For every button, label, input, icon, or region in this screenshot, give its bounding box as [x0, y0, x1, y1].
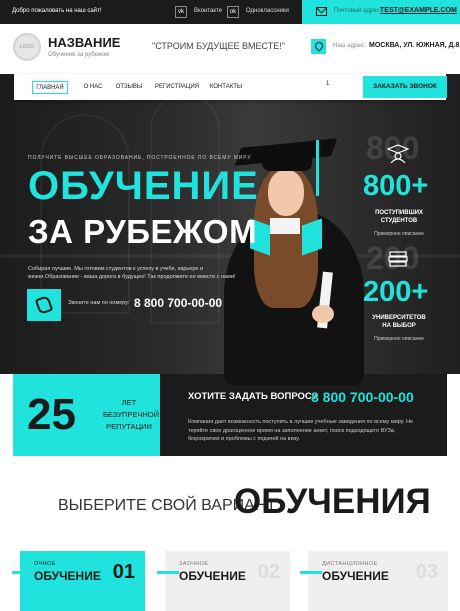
graduate-collar [270, 218, 300, 234]
address-value: МОСКВА, УЛ. ЮЖНАЯ, Д.8 [369, 42, 460, 49]
card-accent-bar [300, 571, 322, 574]
card-title: ОБУЧЕНИЕ [34, 569, 101, 583]
years-number: 25 [27, 390, 76, 439]
study-card-fulltime[interactable]: ОЧНОЕ ОБУЧЕНИЕ 01 [12, 551, 145, 611]
study-card-distance[interactable]: ДИСТАНЦИОННОЕ ОБУЧЕНИЕ 03 [300, 551, 448, 611]
address-label: Наш адрес: [333, 43, 366, 49]
study-card-correspondence[interactable]: ЗАОЧНОЕ ОБУЧЕНИЕ 02 [157, 551, 290, 611]
ok-icon[interactable]: ok [227, 6, 239, 18]
site-header: LOGO НАЗВАНИЕ Обучение за рубежом "СТРОИ… [0, 24, 460, 74]
phone-handset-icon [34, 295, 54, 315]
card-small-label: ЗАОЧНОЕ [179, 561, 209, 567]
logo[interactable]: LOGO [13, 33, 41, 61]
nav-item-about[interactable]: О НАС [78, 81, 108, 94]
site-subtitle: Обучение за рубежом [48, 52, 110, 58]
nav-item-reviews[interactable]: ОТЗЫВЫ [114, 81, 144, 94]
card-small-label: ДИСТАНЦИОННОЕ [322, 561, 378, 567]
books-icon [388, 251, 408, 267]
email-box: Почтовый адрес: TEST@EXAMPLE.COM [302, 0, 460, 24]
call-label: Звоните нам по номеру: [68, 300, 130, 306]
question-box: ХОТИТЕ ЗАДАТЬ ВОПРОС? 8 800 700-00-00 Ко… [160, 374, 447, 456]
hero-title-line2: ЗА РУБЕЖОМ [28, 213, 258, 250]
main-nav: ГЛАВНАЯ О НАС ОТЗЫВЫ РЕГИСТРАЦИЯ КОНТАКТ… [14, 74, 447, 100]
stat-students-value: 800+ [363, 170, 429, 202]
choose-highlight: ОБУЧЕНИЯ [234, 482, 431, 521]
question-title: ХОТИТЕ ЗАДАТЬ ВОПРОС? [188, 391, 318, 402]
graduate-face [268, 170, 304, 216]
mail-icon [316, 7, 327, 16]
card-number: 03 [415, 561, 438, 583]
hero-kicker: ПОЛУЧИТЕ ВЫСШЕЕ ОБРАЗОВАНИЕ, ПОСТРОЕННОЕ… [28, 155, 252, 161]
card-small-label: ОЧНОЕ [34, 561, 56, 567]
card-title: ОБУЧЕНИЕ [179, 569, 246, 583]
nav-counter: 1 [326, 81, 330, 87]
stat-universities-label: УНИВЕРСИТЕТОВ НА ВЫБОР [372, 315, 426, 329]
stat-students-label: ПОСТУПИВШИХ СТУДЕНТОВ [375, 210, 423, 224]
vk-link[interactable]: Вконтакте [194, 8, 222, 14]
card-accent-bar [157, 571, 179, 574]
years-word: РЕПУТАЦИИ [106, 422, 152, 431]
years-word: БЕЗУПРЕЧНОЙ [103, 410, 160, 419]
email-label: Почтовый адрес: [334, 8, 382, 14]
stat-universities-value: 200+ [363, 276, 429, 308]
years-box: 25 ЛЕТ БЕЗУПРЕЧНОЙ РЕПУТАЦИИ [13, 374, 160, 456]
vk-icon[interactable]: vk [175, 6, 187, 18]
ok-link[interactable]: Одноклассники [246, 8, 289, 14]
phone-icon[interactable] [27, 289, 61, 321]
hero-phone[interactable]: 8 800 700-00-00 [134, 296, 222, 310]
nav-item-contacts[interactable]: КОНТАКТЫ [208, 81, 244, 94]
location-pin-icon [311, 39, 326, 54]
nav-item-registration[interactable]: РЕГИСТРАЦИЯ [154, 81, 200, 94]
graduate-icon [387, 144, 409, 163]
graduate-hand [312, 305, 334, 323]
card-accent-bar [12, 571, 34, 574]
hero-description: Собирая лучшие. Мы готовим студентов к у… [28, 266, 236, 280]
stat-students-note: Примерное описание [374, 231, 424, 237]
question-phone[interactable]: 8 800 700-00-00 [311, 389, 414, 405]
stat-universities-note: Примерное описание [374, 336, 424, 342]
welcome-text: Добро пожаловать на наш сайт! [12, 8, 102, 14]
site-name: НАЗВАНИЕ [48, 35, 121, 50]
hero-title-line1: ОБУЧЕНИЕ [28, 164, 259, 208]
years-word: ЛЕТ [121, 398, 137, 407]
top-bar: Добро пожаловать на наш сайт! vk Вконтак… [0, 0, 460, 24]
background-arch [150, 94, 220, 324]
card-title: ОБУЧЕНИЕ [322, 569, 389, 583]
email-link[interactable]: TEST@EXAMPLE.COM [380, 7, 457, 14]
order-call-button[interactable]: ЗАКАЗАТЬ ЗВОНОК [363, 76, 447, 98]
card-number: 01 [112, 561, 135, 583]
nav-item-home[interactable]: ГЛАВНАЯ [32, 81, 68, 94]
question-description: Компания дает возможность поступить в лу… [188, 419, 414, 442]
slogan: "СТРОИМ БУДУЩЕЕ ВМЕСТЕ!" [152, 41, 285, 51]
graduation-tassel [316, 140, 319, 196]
card-number: 02 [257, 561, 280, 583]
